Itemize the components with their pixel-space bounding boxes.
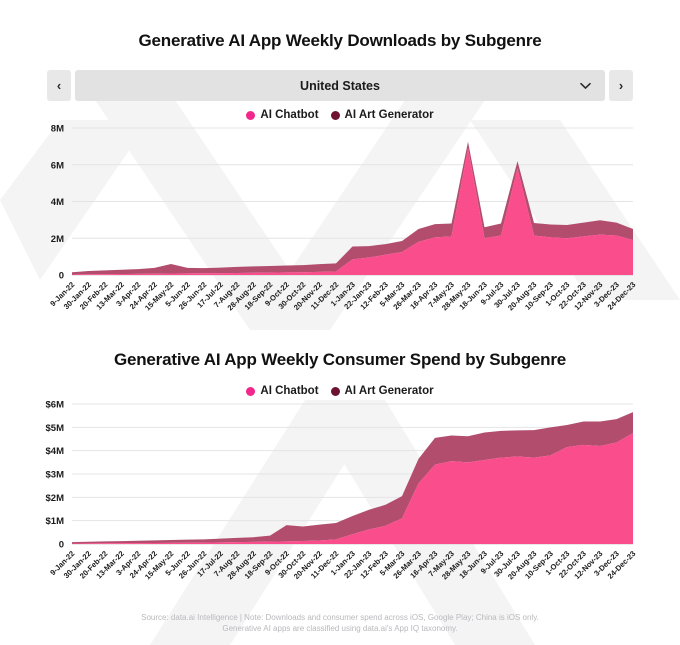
legend-dot-icon bbox=[246, 386, 256, 396]
page-title-spend: Generative AI App Weekly Consumer Spend … bbox=[113, 350, 567, 369]
legend-downloads: AI Chatbot AI Art Generator bbox=[0, 109, 680, 121]
y-tick-label: $2M bbox=[46, 493, 65, 504]
legend-item-ai-chatbot: AI Chatbot bbox=[246, 385, 319, 397]
legend-item-ai-chatbot: AI Chatbot bbox=[246, 109, 319, 121]
y-tick-label: $5M bbox=[46, 423, 65, 434]
page-title-downloads: Generative AI App Weekly Downloads by Su… bbox=[138, 31, 542, 50]
y-tick-label: $3M bbox=[46, 470, 65, 481]
legend-label: AI Art Generator bbox=[344, 109, 434, 121]
xaxis1-svg: 9-Jan-2230-Jan-2220-Feb-2213-Mar-223-Apr… bbox=[48, 280, 637, 312]
prev-country-button[interactable]: ‹ bbox=[47, 70, 71, 101]
country-dropdown[interactable]: United States bbox=[75, 70, 605, 101]
y-tick-label: 6M bbox=[51, 160, 64, 171]
y-tick-label: $4M bbox=[46, 446, 65, 457]
legend-spend: AI Chatbot AI Art Generator bbox=[0, 385, 680, 397]
legend-label: AI Chatbot bbox=[260, 109, 319, 121]
legend-dot-icon bbox=[330, 386, 340, 396]
next-country-button[interactable]: › bbox=[609, 70, 633, 101]
country-dropdown-value: United States bbox=[300, 78, 380, 93]
source-note: Source: data.ai Intelligence | Note: Dow… bbox=[0, 612, 680, 635]
spend-x-axis: 9-Jan-22 30-Jan-22 20-Feb-22 13-Mar-22 3-Apr… bbox=[0, 548, 680, 600]
y-tick-label: 4M bbox=[51, 197, 64, 208]
source-note-line2: Generative AI apps are classified using … bbox=[222, 624, 458, 634]
source-note-line1: Source: data.ai Intelligence | Note: Dow… bbox=[141, 612, 539, 622]
chevron-down-icon bbox=[580, 82, 591, 89]
y-tick-label: 8M bbox=[51, 124, 64, 135]
legend-item-ai-art-generator: AI Art Generator bbox=[330, 109, 434, 121]
legend-dot-icon bbox=[246, 110, 256, 120]
chart2-svg: 0 $1M $2M $3M $4M $5M $6M bbox=[46, 400, 633, 549]
downloads-x-axis: 9-Jan-22 30-Jan-22 20-Feb-22 13-Mar-22 3-Apr… bbox=[0, 279, 680, 331]
y-tick-label: 2M bbox=[51, 234, 64, 245]
report-page: Generative AI App Weekly Downloads by Su… bbox=[0, 0, 680, 645]
legend-dot-icon bbox=[330, 110, 340, 120]
y-tick-label: 0 bbox=[59, 271, 64, 280]
y-tick-label: 0 bbox=[59, 540, 64, 549]
legend-label: AI Art Generator bbox=[344, 385, 434, 397]
country-selector: ‹ United States › bbox=[47, 70, 633, 101]
y-tick-label: $1M bbox=[46, 516, 65, 527]
legend-label: AI Chatbot bbox=[260, 385, 319, 397]
y-tick-label: $6M bbox=[46, 400, 65, 411]
xaxis2-svg: 9-Jan-2230-Jan-2220-Feb-2213-Mar-223-Apr… bbox=[48, 549, 637, 581]
legend-item-ai-art-generator: AI Art Generator bbox=[330, 385, 434, 397]
chart1-svg: 0 2M 4M 6M 8M bbox=[51, 124, 633, 280]
spend-area-chart: 0 $1M $2M $3M $4M $5M $6M bbox=[0, 400, 680, 548]
downloads-area-chart: 0 2M 4M 6M 8M bbox=[0, 124, 680, 279]
